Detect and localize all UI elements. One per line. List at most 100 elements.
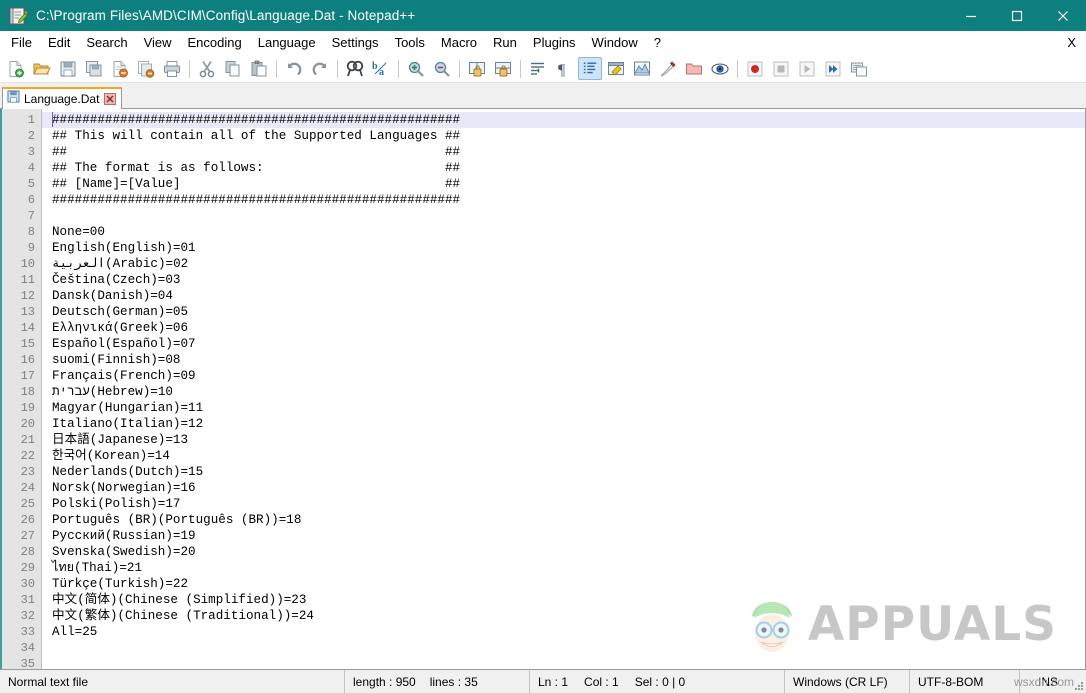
function-list-icon[interactable] [656,57,680,80]
redo-icon[interactable] [308,57,332,80]
print-icon[interactable] [160,57,184,80]
open-file-icon[interactable] [30,57,54,80]
save-icon[interactable] [56,57,80,80]
code-line[interactable]: 中文(繁体)(Chinese (Traditional))=24 [42,608,1085,624]
code-line[interactable]: العربية(Arabic)=02 [42,256,1085,272]
menu-search[interactable]: Search [78,33,135,53]
save-macro-icon[interactable] [847,57,871,80]
copy-icon[interactable] [221,57,245,80]
code-line[interactable]: Nederlands(Dutch)=15 [42,464,1085,480]
code-line[interactable]: Magyar(Hungarian)=11 [42,400,1085,416]
menu-tools[interactable]: Tools [387,33,433,53]
menu-window[interactable]: Window [584,33,646,53]
code-line[interactable]: Português (BR)(Português (BR))=18 [42,512,1085,528]
line-number: 8 [27,225,35,239]
maximize-button[interactable] [994,0,1040,31]
code-line[interactable]: Svenska(Swedish)=20 [42,544,1085,560]
title-bar: C:\Program Files\AMD\CIM\Config\Language… [0,0,1086,31]
sync-horizontal-scroll-icon[interactable] [491,57,515,80]
ui-user-defined-dialog-icon[interactable] [604,57,628,80]
code-line[interactable]: Dansk(Danish)=04 [42,288,1085,304]
code-line[interactable]: Русский(Russian)=19 [42,528,1085,544]
menu-view[interactable]: View [136,33,180,53]
code-line[interactable]: ## The format is as follows: ## [42,160,1085,176]
code-line[interactable]: None=00 [42,224,1085,240]
monitoring-icon[interactable] [708,57,732,80]
code-line[interactable]: Türkçe(Turkish)=22 [42,576,1085,592]
code-line[interactable]: ## [Name]=[Value] ## [42,176,1085,192]
code-line[interactable]: Deutsch(German)=05 [42,304,1085,320]
tab-language-dat[interactable]: Language.Dat [2,87,123,109]
document-map-icon[interactable] [630,57,654,80]
menu-file[interactable]: File [3,33,40,53]
close-tab-icon[interactable] [103,93,116,106]
menu-encoding[interactable]: Encoding [180,33,250,53]
code-line[interactable]: All=25 [42,624,1085,640]
close-document-icon[interactable] [108,57,132,80]
play-macro-icon[interactable] [795,57,819,80]
svg-text:¶: ¶ [558,62,566,78]
save-all-icon[interactable] [82,57,106,80]
line-number: 10 [20,257,35,271]
code-line[interactable]: ## This will contain all of the Supporte… [42,128,1085,144]
menu-plugins[interactable]: Plugins [525,33,584,53]
menu-language[interactable]: Language [250,33,324,53]
paste-icon[interactable] [247,57,271,80]
code-line[interactable] [42,208,1085,224]
word-wrap-icon[interactable] [526,57,550,80]
line-number: 14 [20,321,35,335]
find-icon[interactable] [343,57,367,80]
code-line[interactable]: ## ## [42,144,1085,160]
undo-icon[interactable] [282,57,306,80]
close-all-documents-icon[interactable] [134,57,158,80]
status-encoding[interactable]: UTF-8-BOM [910,670,1020,693]
code-line[interactable]: 한국어(Korean)=14 [42,448,1085,464]
show-indent-guide-icon[interactable] [578,57,602,80]
code-line[interactable]: ไทย(Thai)=21 [42,560,1085,576]
new-file-icon[interactable] [4,57,28,80]
code-line[interactable]: Čeština(Czech)=03 [42,272,1085,288]
code-line[interactable]: 日本語(Japanese)=13 [42,432,1085,448]
zoom-out-icon[interactable] [430,57,454,80]
code-line[interactable]: Polski(Polish)=17 [42,496,1085,512]
cut-icon[interactable] [195,57,219,80]
code-line[interactable]: עברית(Hebrew)=10 [42,384,1085,400]
stop-macro-icon[interactable] [769,57,793,80]
code-line[interactable]: Español(Español)=07 [42,336,1085,352]
code-text-area[interactable]: ########################################… [42,109,1085,669]
show-all-characters-icon[interactable]: ¶ [552,57,576,80]
line-number: 26 [20,513,35,527]
sync-vertical-scroll-icon[interactable] [465,57,489,80]
code-line[interactable]: ########################################… [42,112,1085,128]
line-number: 23 [20,465,35,479]
menubar-close-document-button[interactable]: X [1067,35,1086,50]
folder-as-workspace-icon[interactable] [682,57,706,80]
menu-run[interactable]: Run [485,33,525,53]
zoom-in-icon[interactable] [404,57,428,80]
code-line[interactable] [42,640,1085,656]
code-line[interactable]: suomi(Finnish)=08 [42,352,1085,368]
code-line[interactable]: Ελληνικά(Greek)=06 [42,320,1085,336]
replace-icon[interactable]: b a [369,57,393,80]
line-number: 16 [20,353,35,367]
menu-macro[interactable]: Macro [433,33,485,53]
code-line[interactable]: English(English)=01 [42,240,1085,256]
code-line[interactable]: Français(French)=09 [42,368,1085,384]
window-controls [948,0,1086,31]
minimize-button[interactable] [948,0,994,31]
menu-edit[interactable]: Edit [40,33,78,53]
code-line[interactable]: 中文(简体)(Chinese (Simplified))=23 [42,592,1085,608]
status-eol-format[interactable]: Windows (CR LF) [785,670,910,693]
editor-area[interactable]: 1 2 3 4 5 6 7 8 9 10 11 12 13 14 15 16 17 18 19 20 21 22 23 24 2… [0,109,1086,669]
menu-help[interactable]: ? [646,33,669,53]
close-button[interactable] [1040,0,1086,31]
record-macro-icon[interactable] [743,57,767,80]
code-line[interactable]: Italiano(Italian)=12 [42,416,1085,432]
resize-grip[interactable] [1073,680,1083,690]
run-macro-multiple-icon[interactable] [821,57,845,80]
code-line[interactable]: ########################################… [42,192,1085,208]
code-line[interactable]: Norsk(Norwegian)=16 [42,480,1085,496]
line-number: 3 [27,145,35,159]
code-line[interactable] [42,656,1085,669]
menu-settings[interactable]: Settings [324,33,387,53]
